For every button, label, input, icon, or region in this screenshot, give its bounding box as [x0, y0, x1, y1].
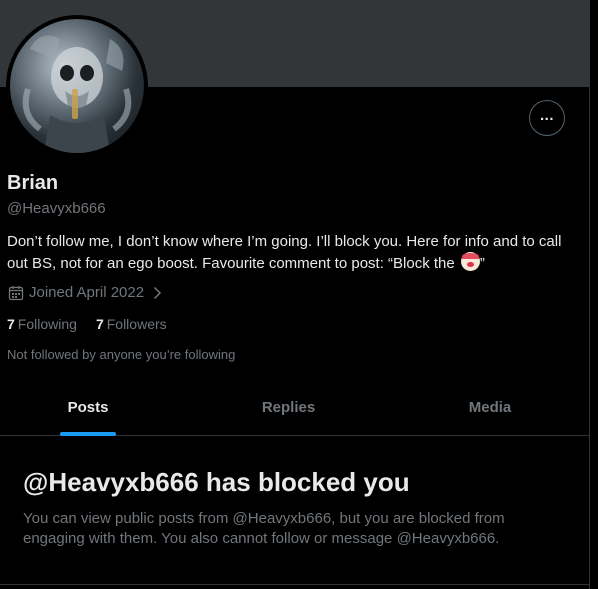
tab-media-label: Media: [468, 399, 512, 416]
following-count: 7: [7, 316, 15, 332]
tab-posts-label: Posts: [67, 399, 109, 416]
tab-replies[interactable]: Replies: [176, 380, 401, 435]
tab-media[interactable]: Media: [401, 380, 579, 435]
column-divider: [589, 0, 590, 589]
profile-name: Brian: [7, 172, 59, 194]
avatar[interactable]: [6, 15, 148, 157]
bio-end: ”: [479, 255, 485, 272]
followers-link[interactable]: 7 Followers: [96, 316, 167, 332]
profile-bio: Don’t follow me, I don’t know where I’m …: [7, 232, 577, 274]
active-tab-indicator: [60, 432, 116, 436]
divider: [0, 584, 589, 585]
tab-replies-label: Replies: [261, 399, 316, 416]
blocked-heading: @Heavyxb666 has blocked you: [23, 467, 410, 497]
profile-tabs: Posts Replies Media: [0, 380, 589, 436]
followers-count: 7: [95, 316, 104, 332]
tab-posts[interactable]: Posts: [0, 380, 176, 436]
avatar-image: [10, 19, 144, 153]
follow-stats: 7 Following 7 Followers: [7, 316, 167, 332]
profile-handle: @Heavyxb666: [7, 200, 106, 217]
followers-label: Followers: [106, 316, 167, 332]
joined-label: Joined April 2022: [29, 284, 145, 301]
chevron-right-icon: [154, 286, 162, 299]
following-label: Following: [17, 316, 77, 332]
blocked-description: You can view public posts from @Heavyxb6…: [23, 510, 505, 547]
more-options-button[interactable]: ...: [529, 100, 565, 136]
joined-date[interactable]: Joined April 2022: [8, 284, 164, 301]
clown-face-emoji: [460, 252, 480, 271]
following-link[interactable]: 7 Following: [7, 316, 77, 332]
not-followed-notice: Not followed by anyone you’re following: [7, 347, 236, 362]
calendar-icon: [8, 285, 24, 300]
more-horizontal-icon: ...: [539, 106, 554, 124]
